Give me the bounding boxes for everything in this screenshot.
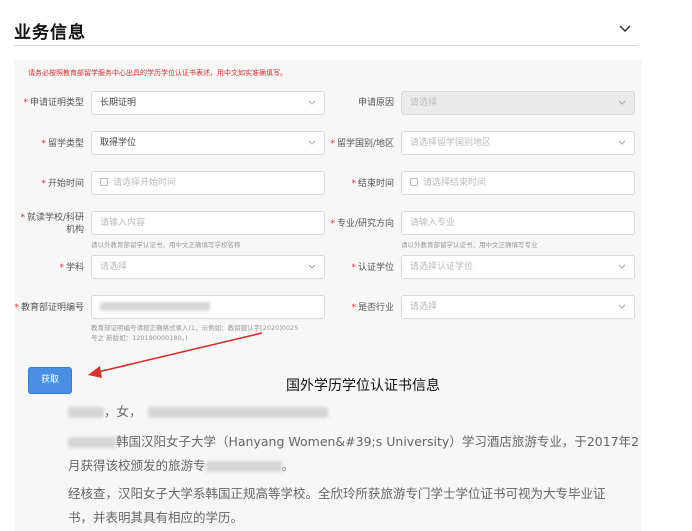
discipline-label: * 学科 — [59, 263, 84, 273]
school-label: * 就读学校/科研 机构 — [20, 213, 84, 235]
fetch-button[interactable]: 获取 — [28, 367, 72, 394]
major-hint: 请以外教育部留学认证书，用中文正确填写专业 — [401, 241, 538, 249]
redacted-text — [205, 461, 282, 472]
cert-line-4: 经核查，汉阳女子大学系韩国正规高等学校。全欣玲所获旅游专门学士学位证书可视为大专… — [68, 486, 606, 501]
chevron-down-icon — [618, 264, 626, 269]
cert-no-hint: 教育部证明编号请按正确格式录入(1、示例如：教留服认字[2020]0025 号之… — [91, 324, 299, 342]
redacted-name — [68, 407, 104, 418]
cert-line-2: 韩国汉阳女子大学（Hanyang Women&#39;s University）… — [68, 430, 639, 454]
industry-select[interactable]: 请选择 — [401, 295, 635, 319]
major-input[interactable]: 请输入专业 — [401, 211, 635, 235]
section-header[interactable]: 业务信息 — [14, 12, 638, 46]
end-time-label: * 结束时间 — [351, 179, 394, 189]
redacted-text — [147, 407, 328, 418]
annotation-title: 国外学历学位认证书信息 — [286, 378, 440, 394]
cert-line-3: 月获得该校颁发的旅游专。 — [68, 458, 295, 473]
cert-type-select[interactable]: 长期证明 — [91, 91, 325, 115]
chevron-down-icon[interactable] — [618, 22, 632, 36]
reason-label: 申请原因 — [357, 98, 394, 108]
chevron-down-icon — [308, 264, 316, 269]
calendar-icon — [410, 178, 418, 186]
school-hint: 请以外教育部留学认证书，用中文正确填写学校名称 — [91, 241, 241, 249]
chevron-down-icon — [308, 100, 316, 105]
chevron-down-icon — [618, 140, 626, 145]
degree-label: * 认证学位 — [351, 263, 394, 273]
cert-type-label: * 申请证明类型 — [23, 98, 84, 108]
chevron-down-icon — [618, 100, 626, 105]
study-type-select[interactable]: 取得学位 — [91, 131, 325, 155]
degree-select[interactable]: 请选择认证学位 — [401, 255, 635, 279]
country-label: * 留学国别/地区 — [330, 139, 394, 149]
study-type-label: * 留学类型 — [41, 139, 84, 149]
notice-text: 请务必按照教育部留学服务中心出具的学历学位认证书表述，用中文如实准确填写。 — [28, 69, 287, 77]
cert-line-5: 书，并表明其具有相应的学历。 — [68, 510, 244, 525]
calendar-icon — [100, 178, 108, 186]
section-title: 业务信息 — [14, 23, 86, 43]
industry-label: * 是否行业 — [351, 303, 394, 313]
cert-line-1: ，女， — [68, 400, 328, 424]
reason-select[interactable]: 请选择 — [401, 91, 635, 115]
start-time-label: * 开始时间 — [41, 179, 84, 189]
chevron-down-icon — [618, 304, 626, 309]
cert-no-input[interactable] — [91, 295, 325, 319]
start-time-picker[interactable]: 请选择开始时间 — [91, 171, 325, 195]
cert-no-label: * 教育部证明编号 — [14, 303, 84, 313]
country-select[interactable]: 请选择留学国别地区 — [401, 131, 635, 155]
redacted-value — [100, 302, 210, 311]
end-time-picker[interactable]: 请选择结束时间 — [401, 171, 635, 195]
discipline-select[interactable]: 请选择 — [91, 255, 325, 279]
major-label: * 专业/研究方向 — [330, 219, 394, 229]
redacted-text — [68, 437, 116, 448]
chevron-down-icon — [308, 140, 316, 145]
school-input[interactable]: 请输入内容 — [91, 211, 325, 235]
